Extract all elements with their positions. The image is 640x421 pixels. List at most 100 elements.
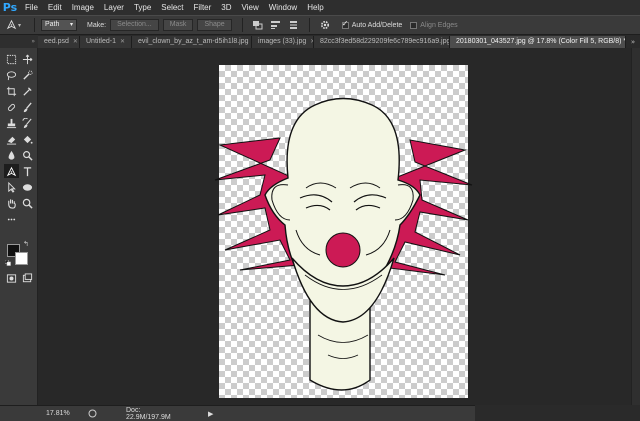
tab-label: evil_clown_by_az_t_am-d5ih1l8.jpg — [138, 38, 249, 45]
status-menu-arrow-icon[interactable]: ▶ — [208, 410, 213, 418]
path-alignment-icon[interactable] — [269, 19, 283, 31]
gear-icon[interactable] — [318, 19, 332, 31]
chevron-down-icon: ▾ — [69, 22, 73, 28]
auto-add-delete-checkbox[interactable]: Auto Add/Delete — [341, 19, 403, 29]
zoom-tool[interactable] — [20, 196, 35, 210]
panel-collapse-icon[interactable]: » — [0, 35, 38, 48]
make-selection-button[interactable]: Selection... — [110, 19, 159, 31]
pen-mode-value: Path — [45, 21, 60, 28]
close-icon[interactable]: ✕ — [73, 36, 78, 48]
dodge-icon — [23, 150, 33, 161]
tab-label: 82cc3f3ed58d229209fe6c789ec916a9.jpg — [320, 38, 450, 45]
history-brush-tool[interactable] — [20, 116, 35, 130]
tab-20180301-active[interactable]: 20180301_043527.jpg @ 17.8% (Color Fill … — [450, 36, 626, 48]
quick-selection-tool[interactable] — [20, 68, 35, 82]
align-edges-checkbox[interactable]: Align Edges — [410, 21, 458, 29]
extra-tools[interactable] — [4, 212, 19, 226]
path-selection-icon — [8, 181, 16, 193]
quick-mask-icon — [6, 273, 17, 283]
make-label: Make: — [87, 21, 107, 29]
clown-artwork — [214, 97, 473, 391]
make-shape-button[interactable]: Shape — [197, 19, 232, 31]
paint-bucket-tool[interactable] — [20, 132, 35, 146]
status-right-area — [475, 405, 640, 421]
healing-brush-tool[interactable] — [4, 100, 19, 114]
dodge-tool[interactable] — [20, 148, 35, 162]
menu-window[interactable]: Window — [264, 0, 302, 15]
tools-panel: » ↰ — [0, 35, 38, 405]
tab-82cc3f[interactable]: 82cc3f3ed58d229209fe6c789ec916a9.jpg✕ — [314, 36, 450, 48]
menu-filter[interactable]: Filter — [189, 0, 217, 15]
menu-3d[interactable]: 3D — [216, 0, 236, 15]
tab-label: 20180301_043527.jpg @ 17.8% (Color Fill … — [456, 38, 626, 45]
tab-label: Untitled-1 — [86, 38, 116, 45]
blur-tool[interactable] — [4, 148, 19, 162]
ellipsis-icon — [7, 218, 16, 220]
menu-layer[interactable]: Layer — [99, 0, 129, 15]
path-operations-icon[interactable] — [251, 19, 265, 31]
pen-mode-select[interactable]: Path ▾ — [41, 19, 77, 31]
align-edges-label: Align Edges — [420, 21, 458, 29]
menu-view[interactable]: View — [237, 0, 264, 15]
menu-help[interactable]: Help — [302, 0, 328, 15]
make-mask-button[interactable]: Mask — [162, 19, 194, 31]
menu-bar: Ps File Edit Image Layer Type Select Fil… — [0, 0, 640, 15]
status-left-pad — [0, 405, 38, 421]
separator — [241, 18, 243, 32]
eraser-icon — [6, 136, 17, 145]
tab-images-33[interactable]: images (33).jpg✕ — [252, 36, 314, 48]
clone-stamp-tool[interactable] — [4, 116, 19, 130]
screen-mode-icon — [22, 272, 33, 282]
menu-file[interactable]: File — [20, 0, 43, 15]
lasso-tool[interactable] — [4, 68, 19, 82]
healing-brush-icon — [7, 103, 16, 111]
quick-mask-tool[interactable] — [4, 271, 19, 285]
tab-eed[interactable]: eed.psd ✕ — [38, 36, 80, 48]
photoshop-logo: Ps — [2, 1, 18, 14]
options-bar: ▾ Path ▾ Make: Selection... Mask Shape A… — [0, 15, 640, 35]
default-colors-icon[interactable] — [4, 259, 11, 266]
zoom-level[interactable]: 17.81% — [38, 410, 74, 417]
menu-select[interactable]: Select — [156, 0, 188, 15]
pen-icon — [6, 19, 17, 32]
auto-add-delete-label: Auto Add/Delete — [351, 21, 403, 29]
status-info-icon[interactable] — [86, 409, 98, 419]
history-brush-icon — [22, 117, 32, 128]
menu-type[interactable]: Type — [129, 0, 156, 15]
crop-tool[interactable] — [4, 84, 19, 98]
type-tool[interactable] — [20, 164, 35, 178]
tab-untitled-1[interactable]: Untitled-1 ✕ — [80, 36, 132, 48]
menu-image[interactable]: Image — [67, 0, 99, 15]
path-arrangement-icon[interactable] — [287, 19, 301, 31]
marquee-tool[interactable] — [4, 52, 19, 66]
brush-tool[interactable] — [20, 100, 35, 114]
close-icon[interactable]: ✕ — [120, 36, 125, 48]
document-tabs: eed.psd ✕ Untitled-1 ✕ evil_clown_by_az_t_… — [0, 35, 640, 48]
more-tabs-icon[interactable]: » — [626, 36, 640, 48]
swap-colors-icon[interactable]: ↰ — [23, 241, 30, 248]
move-tool[interactable] — [20, 52, 35, 66]
quick-selection-icon — [23, 69, 33, 80]
menu-edit[interactable]: Edit — [43, 0, 67, 15]
lasso-icon — [6, 70, 17, 80]
tab-evil-clown[interactable]: evil_clown_by_az_t_am-d5ih1l8.jpg✕ — [132, 36, 252, 48]
hand-tool[interactable] — [4, 196, 19, 210]
type-icon — [23, 166, 32, 176]
separator — [34, 18, 35, 32]
right-scroll-strip[interactable] — [631, 48, 640, 405]
paint-bucket-icon — [23, 135, 33, 144]
tool-preset-picker[interactable]: ▾ — [6, 18, 28, 32]
path-selection-tool[interactable] — [4, 180, 19, 194]
ellipse-tool[interactable] — [20, 180, 35, 194]
pen-tool[interactable] — [4, 164, 19, 178]
checkbox-unchecked-icon — [410, 21, 418, 29]
eyedropper-tool[interactable] — [20, 84, 35, 98]
eraser-tool[interactable] — [4, 132, 19, 146]
eyedropper-icon — [23, 86, 32, 96]
clown-nose — [325, 232, 361, 268]
screen-mode-tool[interactable] — [20, 271, 35, 285]
tab-label: eed.psd — [44, 38, 69, 45]
separator — [308, 18, 310, 32]
background-color-swatch[interactable] — [15, 252, 28, 265]
blur-icon — [8, 150, 15, 160]
